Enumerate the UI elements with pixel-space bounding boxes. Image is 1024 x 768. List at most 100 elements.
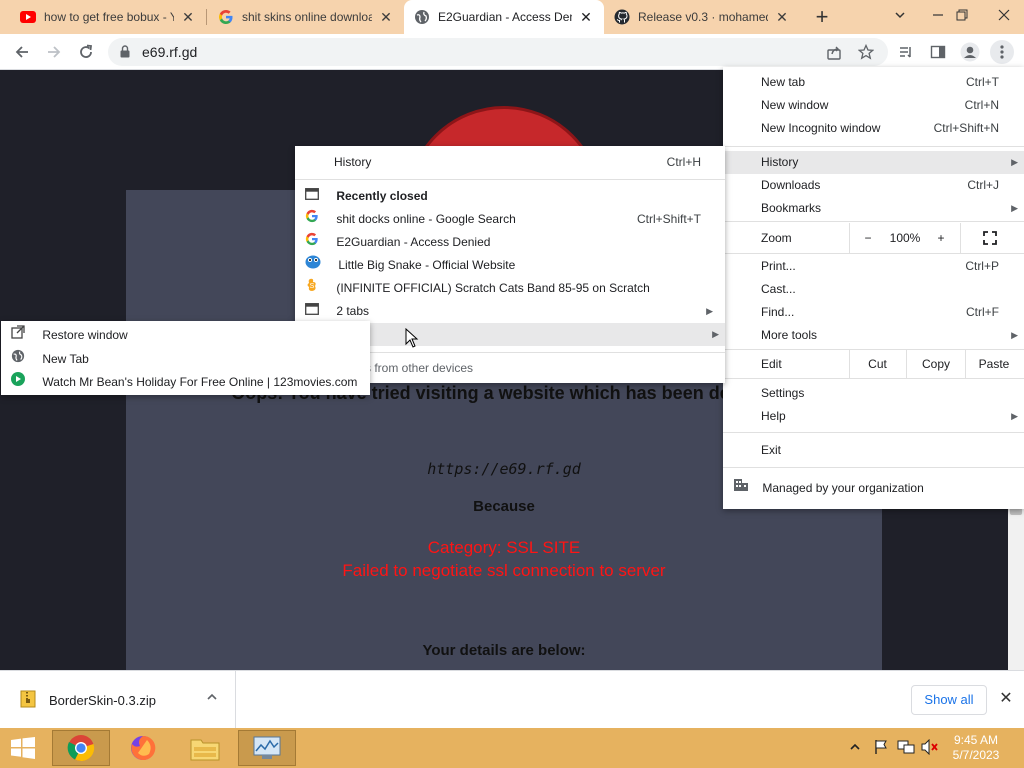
tab-google-search[interactable]: shit skins online downloa ✕ — [208, 0, 404, 34]
menu-divider — [723, 378, 1024, 379]
menu-item-label: Managed by your organization — [762, 481, 924, 495]
cut-button[interactable]: Cut — [850, 353, 905, 376]
menu-item-label: Find... — [761, 305, 795, 319]
menu-settings[interactable]: Settings — [761, 382, 999, 405]
taskbar-chrome-icon[interactable] — [52, 730, 110, 766]
close-download-shelf-icon[interactable]: ✕ — [996, 689, 1016, 709]
fullscreen-icon[interactable] — [983, 227, 1001, 250]
side-panel-icon[interactable] — [926, 40, 950, 64]
menu-divider — [723, 221, 1024, 222]
chrome-menu-button[interactable] — [990, 40, 1014, 64]
windows-start-button[interactable] — [0, 730, 46, 766]
reading-list-icon[interactable] — [894, 40, 918, 64]
close-tab-icon[interactable]: ✕ — [378, 9, 394, 25]
close-tab-icon[interactable]: ✕ — [180, 9, 196, 25]
show-all-downloads-button[interactable]: Show all — [911, 685, 987, 715]
history-item[interactable]: shit docks online - Google Search Ctrl+S… — [305, 208, 701, 231]
svg-text:S: S — [310, 283, 315, 290]
menu-exit[interactable]: Exit — [761, 439, 999, 462]
zoom-out-button[interactable]: − — [858, 227, 878, 250]
forward-button[interactable] — [42, 40, 66, 64]
menu-item-label: Downloads — [761, 178, 821, 192]
back-button[interactable] — [10, 40, 34, 64]
tab-window-icon — [305, 185, 319, 208]
paste-button[interactable]: Paste — [966, 353, 1022, 376]
close-tab-icon[interactable]: ✕ — [578, 9, 594, 25]
menu-edit-label: Edit — [761, 357, 782, 371]
recently-closed-heading: Recently closed — [305, 185, 705, 208]
history-item[interactable]: Little Big Snake - Official Website — [305, 254, 701, 277]
menu-history[interactable]: History ▶ — [723, 151, 1024, 174]
history-two-tabs[interactable]: 2 tabs ▶ — [305, 300, 719, 323]
menu-more-tools[interactable]: More tools ▶ — [761, 324, 1024, 347]
window-restore-item[interactable]: Restore window — [11, 324, 361, 347]
menu-shortcut: Ctrl+Shift+N — [933, 121, 999, 135]
menu-find[interactable]: Find... Ctrl+F — [761, 301, 999, 324]
system-clock[interactable]: 9:45 AM 5/7/2023 — [946, 733, 1006, 763]
zoom-divider — [849, 223, 850, 253]
menu-item-label: shit docks online - Google Search — [336, 212, 516, 226]
tab-youtube[interactable]: how to get free bobux - Y ✕ — [10, 0, 206, 34]
browser-toolbar: e69.rf.gd — [0, 34, 1024, 70]
share-icon[interactable] — [822, 40, 846, 64]
chevron-up-icon[interactable] — [206, 691, 218, 706]
history-other-devices[interactable]: s from other devices — [365, 357, 665, 380]
window-new-tab-item[interactable]: New Tab — [11, 348, 361, 371]
history-item[interactable]: S (INFINITE OFFICIAL) Scratch Cats Band … — [305, 277, 701, 300]
close-window-button[interactable] — [984, 0, 1024, 32]
bookmark-star-icon[interactable] — [854, 40, 878, 64]
volume-muted-icon[interactable] — [921, 738, 939, 758]
taskbar-firefox-icon[interactable] — [114, 730, 172, 766]
taskbar-file-explorer-icon[interactable] — [176, 730, 234, 766]
submenu-arrow-icon: ▶ — [1011, 203, 1018, 213]
action-center-flag-icon[interactable] — [873, 739, 889, 758]
menu-downloads[interactable]: Downloads Ctrl+J — [761, 174, 999, 197]
menu-managed-by-organization[interactable]: Managed by your organization — [733, 477, 1013, 500]
block-category: Category: SSL SITE — [427, 538, 581, 557]
menu-print[interactable]: Print... Ctrl+P — [761, 255, 999, 278]
tab-search-chevron-icon[interactable] — [880, 0, 920, 32]
github-icon — [614, 9, 630, 25]
submenu-arrow-icon: ▶ — [1011, 157, 1018, 167]
history-open-history[interactable]: History Ctrl+H — [334, 151, 701, 174]
details-heading: Your details are below: — [422, 642, 586, 659]
menu-item-label: Recently closed — [336, 189, 428, 203]
menu-item-label: New tab — [761, 75, 806, 89]
reload-button[interactable] — [74, 40, 98, 64]
window-movie-item[interactable]: Watch Mr Bean's Holiday For Free Online … — [11, 371, 361, 394]
new-tab-button[interactable]: + — [810, 5, 834, 29]
taskbar-performance-monitor-icon[interactable] — [238, 730, 296, 766]
restore-button[interactable] — [942, 0, 982, 32]
menu-item-label: Help — [761, 409, 786, 423]
menu-new-window[interactable]: New window Ctrl+N — [761, 94, 999, 117]
menu-divider — [723, 146, 1024, 147]
menu-new-incognito-window[interactable]: New Incognito window Ctrl+Shift+N — [761, 117, 999, 140]
network-icon[interactable] — [897, 739, 915, 758]
copy-button[interactable]: Copy — [907, 353, 965, 376]
menu-help[interactable]: Help ▶ — [761, 405, 1024, 428]
address-bar[interactable]: e69.rf.gd — [108, 38, 888, 66]
menu-item-label: Watch Mr Bean's Holiday For Free Online … — [42, 375, 358, 389]
show-hidden-icons-chevron-icon[interactable] — [850, 741, 860, 755]
menu-shortcut: Ctrl+T — [966, 75, 999, 89]
tab-separator — [206, 9, 207, 25]
menu-bookmarks[interactable]: Bookmarks ▶ — [761, 197, 1024, 220]
building-icon — [733, 477, 749, 500]
menu-item-label: New Incognito window — [761, 121, 881, 135]
profile-avatar-icon[interactable] — [958, 40, 982, 64]
menu-new-tab[interactable]: New tab Ctrl+T — [761, 71, 999, 94]
history-item[interactable]: E2Guardian - Access Denied — [305, 231, 701, 254]
close-tab-icon[interactable]: ✕ — [774, 9, 790, 25]
tab-title: E2Guardian - Access Den — [438, 10, 572, 24]
download-filename: BorderSkin-0.3.zip — [49, 693, 156, 708]
download-item[interactable]: BorderSkin-0.3.zip — [0, 671, 236, 728]
menu-cast[interactable]: Cast... — [761, 278, 999, 301]
tab-github-release[interactable]: Release v0.3 · mohamed ✕ — [604, 0, 800, 34]
menu-item-label: More tools — [761, 328, 818, 342]
lock-icon[interactable] — [120, 45, 130, 61]
zoom-in-button[interactable]: + — [931, 227, 951, 250]
tab-e2guardian[interactable]: E2Guardian - Access Den ✕ — [404, 0, 604, 34]
google-icon — [305, 231, 319, 254]
menu-item-label: Cast... — [761, 282, 796, 296]
submenu-arrow-icon: ▶ — [712, 329, 719, 339]
